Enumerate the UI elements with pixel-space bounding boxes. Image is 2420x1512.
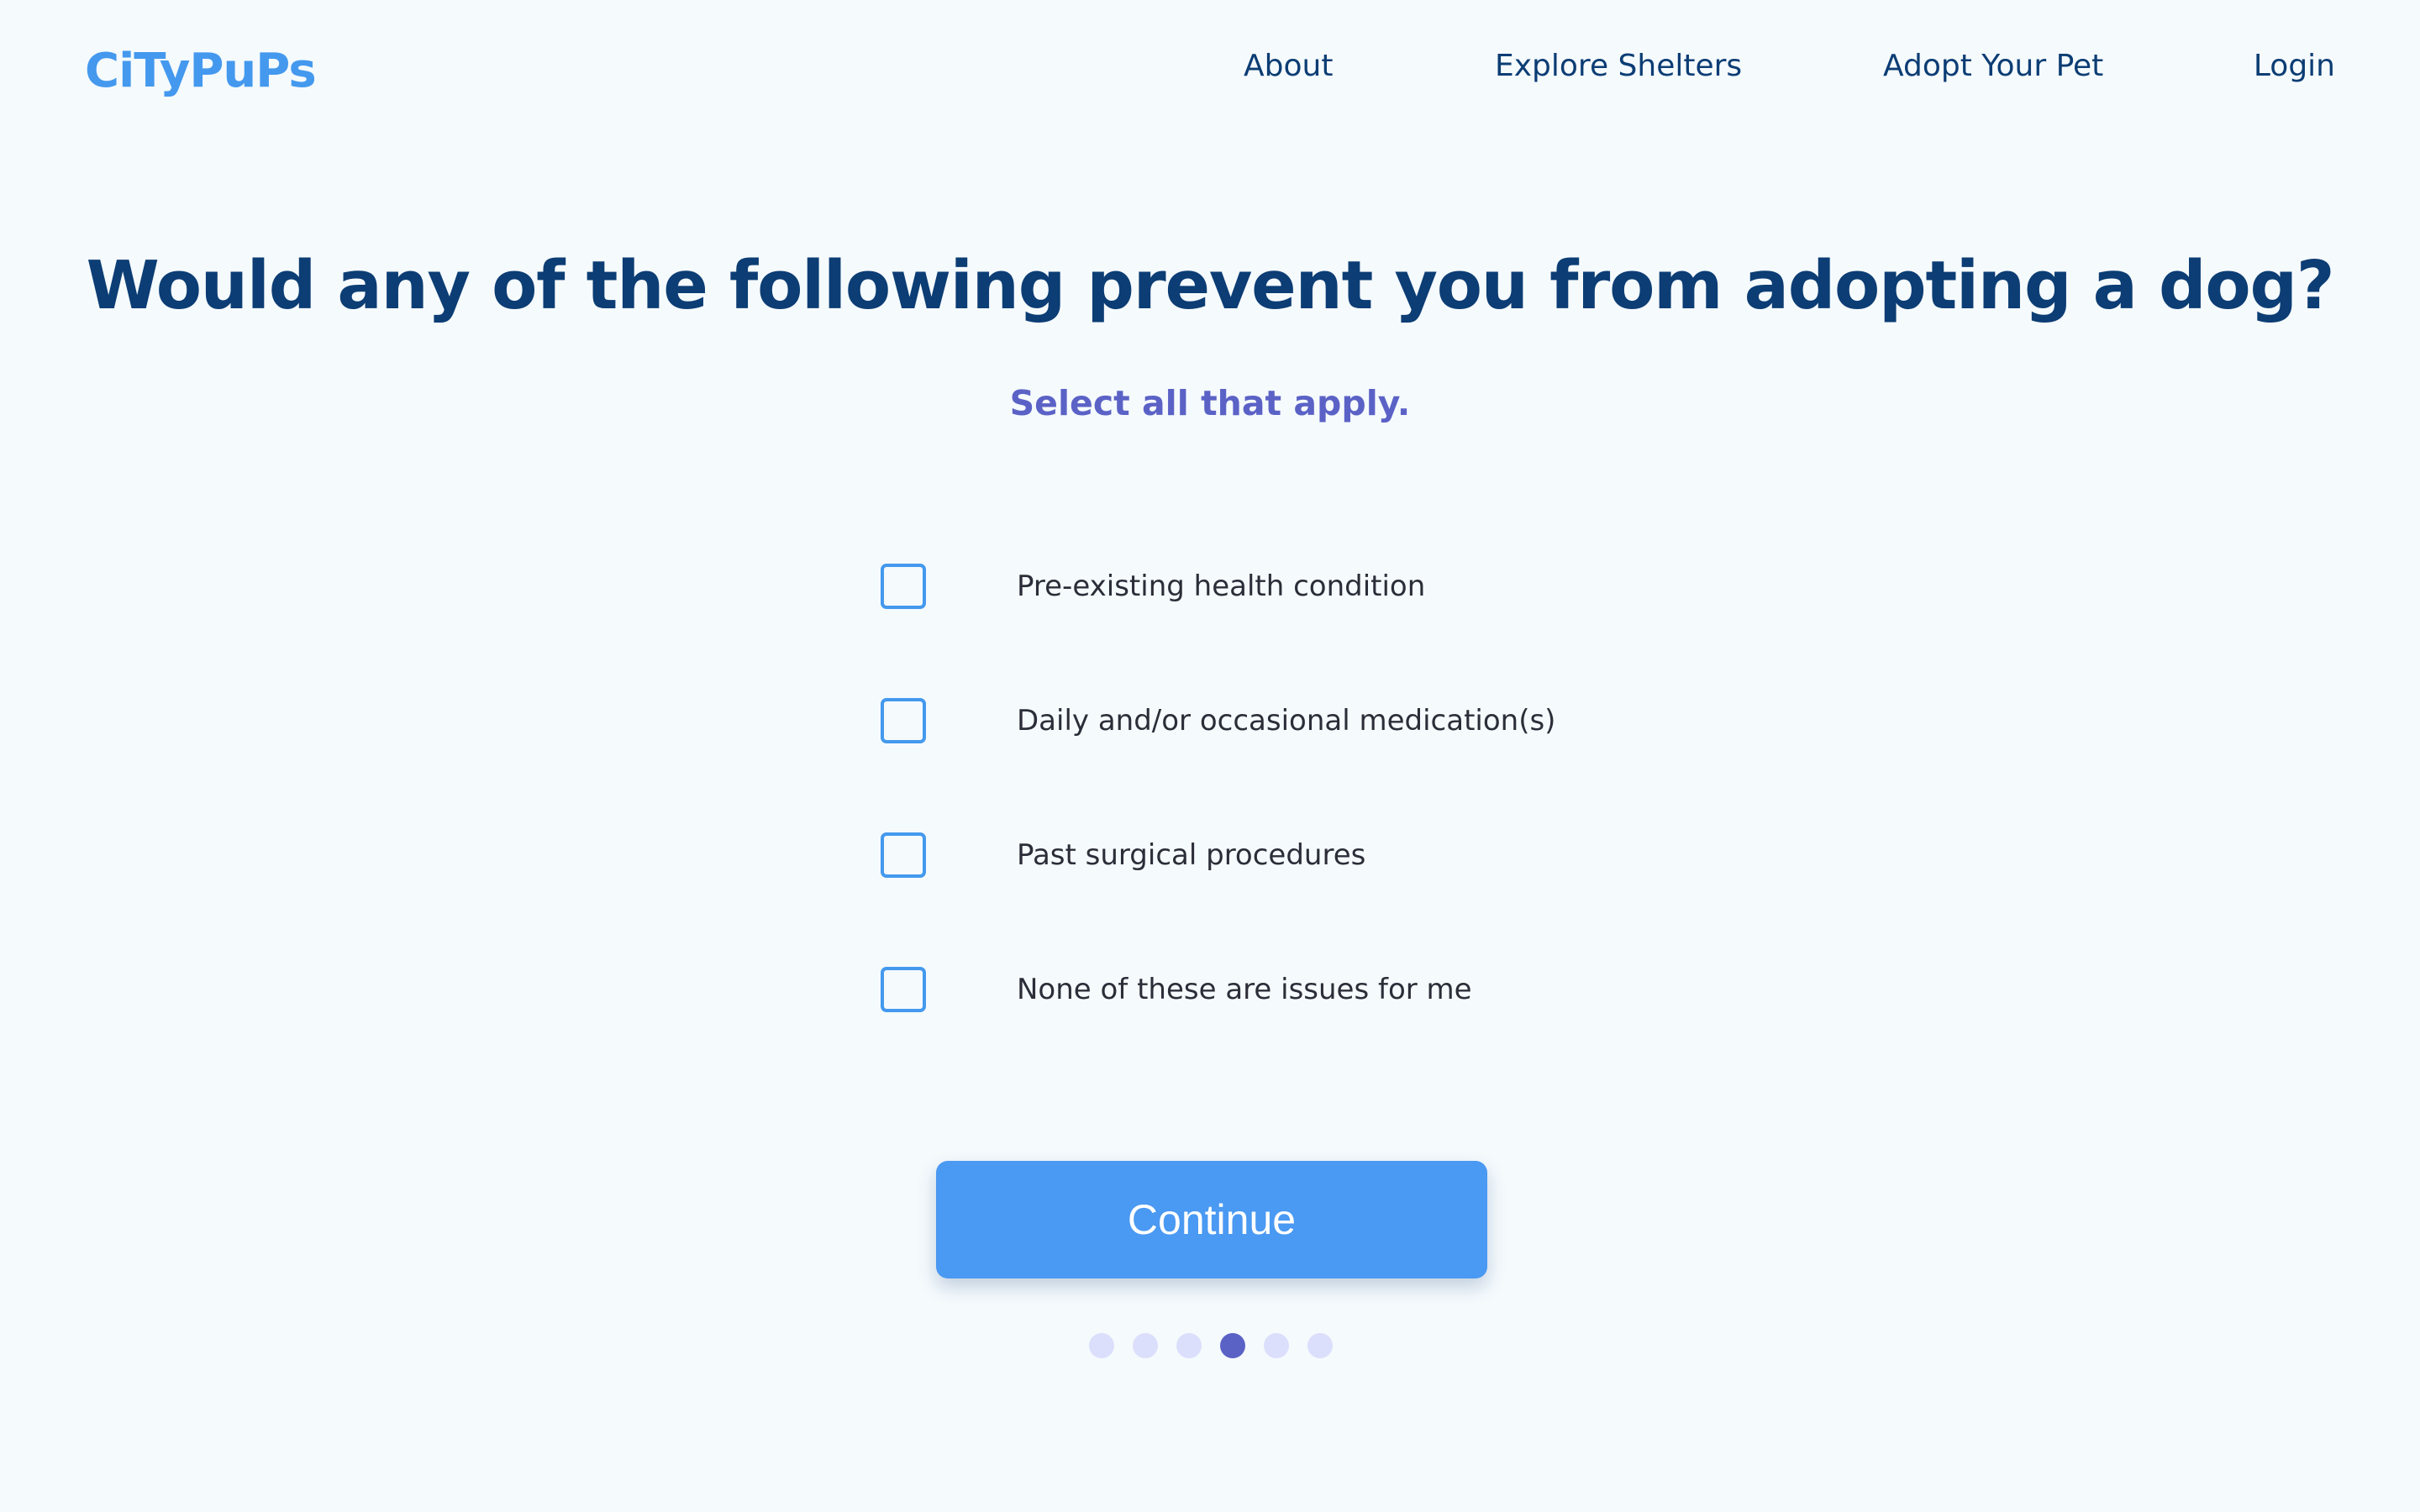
option-label: Pre-existing health condition — [1017, 570, 1426, 603]
progress-dots — [1089, 1333, 1333, 1358]
checkbox[interactable] — [881, 832, 926, 878]
option-pre-existing-health-condition[interactable]: Pre-existing health condition — [881, 559, 1425, 613]
option-past-surgical-procedures[interactable]: Past surgical procedures — [881, 828, 1365, 882]
progress-dot[interactable] — [1307, 1333, 1333, 1358]
brand-logo[interactable]: CiTyPuPs — [85, 42, 317, 101]
checkbox[interactable] — [881, 967, 926, 1012]
nav-link-explore-shelters[interactable]: Explore Shelters — [1495, 45, 1742, 87]
question-title: Would any of the following prevent you f… — [86, 247, 2335, 324]
progress-dot[interactable] — [1176, 1333, 1202, 1358]
nav-link-adopt-your-pet[interactable]: Adopt Your Pet — [1883, 45, 2103, 87]
continue-button[interactable]: Continue — [936, 1161, 1487, 1278]
question-subtitle: Select all that apply. — [1009, 383, 1411, 423]
progress-dot[interactable] — [1264, 1333, 1289, 1358]
progress-dot-active[interactable] — [1220, 1333, 1245, 1358]
option-label: Past surgical procedures — [1017, 838, 1366, 872]
nav-link-about[interactable]: About — [1244, 45, 1333, 87]
progress-dot[interactable] — [1089, 1333, 1114, 1358]
progress-dot[interactable] — [1133, 1333, 1158, 1358]
option-none-of-these[interactable]: None of these are issues for me — [881, 963, 1472, 1016]
option-medications[interactable]: Daily and/or occasional medication(s) — [881, 694, 1555, 748]
nav-link-login[interactable]: Login — [2254, 45, 2335, 87]
option-label: None of these are issues for me — [1017, 973, 1472, 1006]
checkbox[interactable] — [881, 564, 926, 609]
option-label: Daily and/or occasional medication(s) — [1017, 704, 1556, 738]
checkbox[interactable] — [881, 698, 926, 743]
